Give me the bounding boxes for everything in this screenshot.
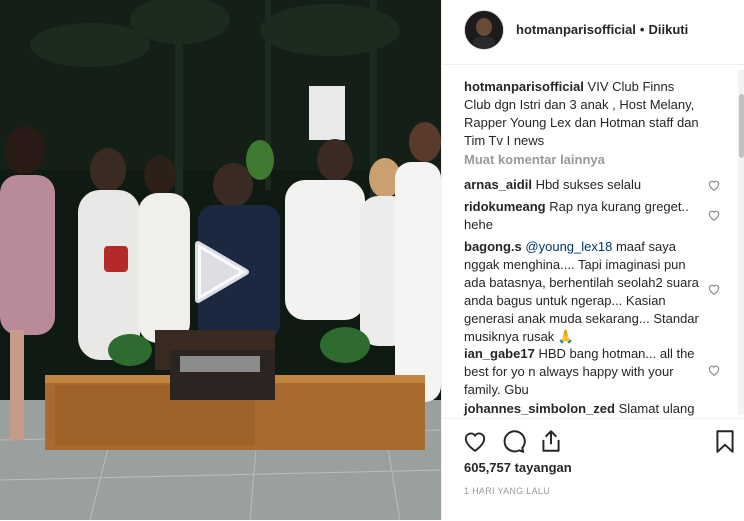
play-icon[interactable] xyxy=(190,240,250,304)
comment-text: maaf saya nggak menghina.... Tapi imagin… xyxy=(464,239,699,344)
like-comment-heart-icon[interactable] xyxy=(707,208,721,222)
like-comment-heart-icon[interactable] xyxy=(707,363,721,377)
comment-item: johannes_simbolon_zed Slamat ulang xyxy=(464,400,699,418)
avatar[interactable] xyxy=(464,10,504,50)
comment-bubble-icon[interactable] xyxy=(500,428,526,454)
share-icon[interactable] xyxy=(538,428,564,454)
follow-status-button[interactable]: Diikuti xyxy=(648,22,688,37)
header-username[interactable]: hotmanparisofficial xyxy=(516,22,636,37)
caption-username[interactable]: hotmanparisofficial xyxy=(464,79,584,94)
comment-username[interactable]: johannes_simbolon_zed xyxy=(464,401,615,416)
post-sidebar: hotmanparisofficial • Diikuti hotmanpariso… xyxy=(441,0,744,520)
comment-item: arnas_aidil Hbd sukses selalu xyxy=(464,176,699,194)
post-header: hotmanparisofficial • Diikuti xyxy=(442,0,744,65)
comment-item: ridokumeang Rap nya kurang greget.. hehe xyxy=(464,198,699,234)
load-more-comments-button[interactable]: Muat komentar lainnya xyxy=(464,152,605,167)
comment-username[interactable]: ian_gabe17 xyxy=(464,346,535,361)
comment-item: ian_gabe17 HBD bang hotman... all the be… xyxy=(464,345,699,399)
post-caption: hotmanparisofficial VIV Club Finns Club … xyxy=(464,78,704,150)
view-count[interactable]: 605,757 tayangan xyxy=(464,460,572,475)
post-actions: 605,757 tayangan 1 HARI YANG LALU xyxy=(442,418,744,521)
bookmark-icon[interactable] xyxy=(712,428,738,454)
header-separator: • xyxy=(639,22,645,37)
video-player[interactable] xyxy=(0,0,441,520)
like-comment-heart-icon[interactable] xyxy=(707,282,721,296)
like-comment-heart-icon[interactable] xyxy=(707,178,721,192)
post-timestamp[interactable]: 1 HARI YANG LALU xyxy=(464,486,550,496)
comments-list[interactable]: hotmanparisofficial VIV Club Finns Club … xyxy=(442,64,744,420)
comment-username[interactable]: arnas_aidil xyxy=(464,177,532,192)
comment-text: Hbd sukses selalu xyxy=(535,177,642,192)
comment-mention-link[interactable]: @young_lex18 xyxy=(525,239,612,254)
comment-text: Slamat ulang xyxy=(618,401,695,416)
comment-username[interactable]: ridokumeang xyxy=(464,199,546,214)
comment-username[interactable]: bagong.s xyxy=(464,239,522,254)
like-heart-icon[interactable] xyxy=(462,428,488,454)
comments-scrollbar-thumb[interactable] xyxy=(739,94,744,158)
comment-item: bagong.s @young_lex18 maaf saya nggak me… xyxy=(464,238,699,346)
